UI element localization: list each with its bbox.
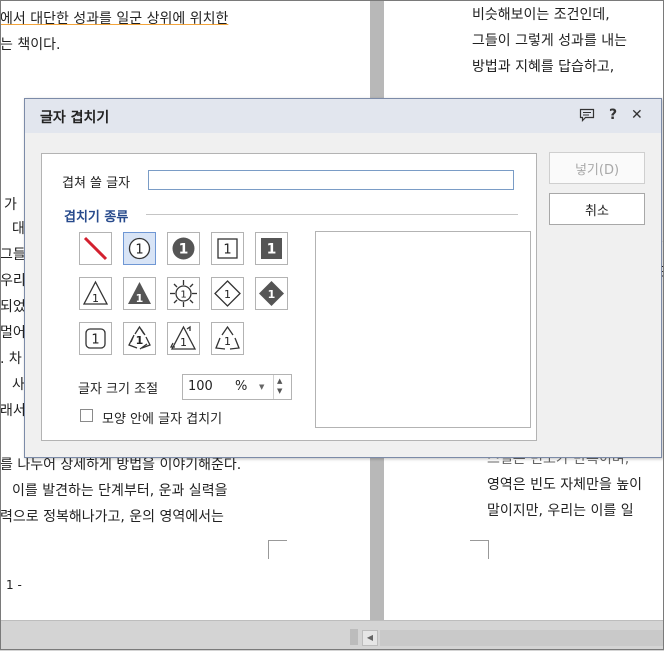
overlap-text-input[interactable] — [148, 170, 514, 190]
doc-line: 멀어 — [0, 325, 26, 341]
recycle-arrows-icon: 1 — [215, 325, 240, 350]
diamond-icon: 1 — [214, 280, 241, 307]
section-title: 겹치기 종류 — [64, 210, 129, 225]
triangle-icon: 1 — [82, 280, 109, 305]
doc-line: 대 — [12, 221, 25, 237]
doc-line: 그들 — [0, 247, 26, 263]
scrollbar-track[interactable] — [380, 630, 664, 646]
sun-icon: 1 — [170, 280, 197, 307]
doc-line: 에서 대단한 성과를 일군 상위에 위치한 — [0, 11, 229, 27]
decrement-icon[interactable]: ▼ — [277, 387, 282, 395]
size-unit: % — [235, 379, 248, 394]
svg-text:1: 1 — [223, 243, 231, 258]
shape-square-filled-button[interactable]: 1 — [255, 232, 288, 265]
size-value[interactable]: 100 — [188, 379, 213, 394]
help-icon[interactable]: ? — [609, 107, 617, 123]
slash-icon — [83, 236, 108, 261]
svg-text:1: 1 — [136, 334, 144, 347]
shape-recycle-arrows-button[interactable]: 1 — [211, 322, 244, 355]
size-label: 글자 크기 조절 — [78, 382, 159, 397]
doc-line: . 차 — [0, 351, 22, 367]
svg-text:1: 1 — [92, 292, 99, 305]
svg-text:1: 1 — [180, 290, 186, 301]
dialog-panel: 겹쳐 쓸 글자 겹치기 종류 1 1 1 1 1 1 1 1 1 1 1 1 1… — [41, 153, 537, 441]
doc-line: 비슷해보이는 조건인데, — [472, 7, 610, 23]
shape-circle-button[interactable]: 1 — [123, 232, 156, 265]
size-stepper[interactable]: 100 % ▼ ▲ ▼ — [182, 374, 292, 400]
dialog-titlebar[interactable]: 글자 겹치기 ? ✕ — [25, 99, 661, 133]
shape-square-button[interactable]: 1 — [211, 232, 244, 265]
shape-diamond-button[interactable]: 1 — [211, 277, 244, 310]
close-icon[interactable]: ✕ — [631, 107, 643, 123]
filled-triangle-icon: 1 — [128, 282, 151, 305]
increment-icon[interactable]: ▲ — [277, 377, 282, 385]
doc-line: 래서 — [0, 403, 26, 419]
doc-line: 사 — [12, 377, 25, 393]
square-icon: 1 — [217, 238, 238, 259]
section-divider — [146, 214, 518, 215]
insert-button[interactable]: 넣기(D) — [549, 152, 645, 184]
dialog-title: 글자 겹치기 — [40, 110, 110, 126]
svg-text:1: 1 — [267, 242, 277, 258]
horizontal-scrollbar[interactable]: ◀ — [0, 620, 664, 651]
shape-triangle-button[interactable]: 1 — [79, 277, 112, 310]
svg-text:1: 1 — [179, 242, 189, 258]
shape-triangle-filled-button[interactable]: 1 — [123, 277, 156, 310]
page-number: 1 - — [6, 578, 22, 592]
doc-line: 방법과 지혜를 답습하고, — [472, 59, 615, 75]
cancel-button[interactable]: 취소 — [549, 193, 645, 225]
scroll-left-icon[interactable]: ◀ — [362, 630, 378, 646]
checkbox-label[interactable]: 모양 안에 글자 겹치기 — [102, 408, 222, 427]
svg-text:1: 1 — [224, 335, 231, 348]
crop-mark — [268, 540, 287, 559]
doc-line: 는 책이다. — [0, 37, 61, 53]
rounded-square-icon: 1 — [85, 328, 106, 349]
shape-rounded-square-button[interactable]: 1 — [79, 322, 112, 355]
overlap-in-shape-checkbox[interactable] — [80, 409, 93, 422]
filled-circle-icon: 1 — [172, 237, 195, 260]
scrollbar-grip[interactable] — [350, 629, 358, 645]
doc-line: 가 — [4, 197, 17, 213]
svg-text:1: 1 — [135, 243, 143, 258]
doc-line: 영역은 빈도 자체만을 높이 — [487, 477, 643, 493]
doc-line: 력으로 정복해나가고, 운의 영역에서는 — [0, 509, 224, 525]
shape-circle-filled-button[interactable]: 1 — [167, 232, 200, 265]
shape-recycle-button[interactable]: 1 — [123, 322, 156, 355]
overlap-characters-dialog: 글자 겹치기 ? ✕ 겹쳐 쓸 글자 겹치기 종류 1 1 1 1 1 1 1 … — [24, 98, 662, 458]
comment-icon[interactable] — [579, 108, 595, 126]
dropdown-icon[interactable]: ▼ — [259, 383, 264, 391]
preview-box — [315, 231, 531, 428]
circle-icon: 1 — [128, 237, 151, 260]
doc-line: 말이지만, 우리는 이를 일 — [487, 503, 634, 519]
recycle-icon: 1 — [128, 325, 151, 350]
crop-mark — [470, 540, 489, 559]
stepper-arrows[interactable]: ▲ ▼ — [273, 375, 292, 399]
svg-text:1: 1 — [180, 336, 187, 349]
doc-line: 를 나누어 상세하게 방법을 이야기해준다. — [0, 457, 242, 473]
shape-diamond-filled-button[interactable]: 1 — [255, 277, 288, 310]
shape-recycle-outline-button[interactable]: 1 — [167, 322, 200, 355]
shape-sun-button[interactable]: 1 — [167, 277, 200, 310]
svg-text:1: 1 — [91, 333, 99, 348]
recycle-outline-icon: 1 — [169, 325, 197, 350]
filled-square-icon: 1 — [261, 238, 282, 259]
filled-diamond-icon: 1 — [259, 281, 284, 306]
doc-line: 이를 발견하는 단계부터, 운과 실력을 — [12, 483, 228, 499]
svg-text:1: 1 — [268, 288, 276, 301]
input-label: 겹쳐 쓸 글자 — [62, 176, 131, 191]
svg-text:1: 1 — [136, 292, 144, 305]
shape-none-button[interactable] — [79, 232, 112, 265]
doc-line: 그들이 그렇게 성과를 내는 — [472, 33, 628, 49]
doc-line: 되었 — [0, 299, 26, 315]
svg-text:1: 1 — [224, 288, 231, 301]
